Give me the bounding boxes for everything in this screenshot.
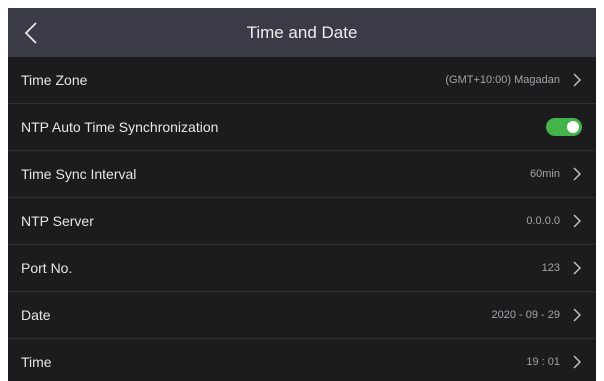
port-no-value: 123 xyxy=(541,262,560,274)
time-date-settings-screen: Time and Date Time Zone (GMT+10:00) Maga… xyxy=(8,8,596,381)
date-label: Date xyxy=(21,307,51,323)
row-ntp-auto-sync: NTP Auto Time Synchronization xyxy=(8,104,596,151)
date-value: 2020 - 09 - 29 xyxy=(491,309,561,321)
chevron-right-icon xyxy=(573,261,581,275)
chevron-right-icon xyxy=(573,355,581,369)
time-zone-label: Time Zone xyxy=(21,72,88,88)
page-title: Time and Date xyxy=(246,23,358,42)
time-sync-interval-label: Time Sync Interval xyxy=(21,166,137,182)
row-time-zone[interactable]: Time Zone (GMT+10:00) Magadan xyxy=(8,57,596,104)
title-bar: Time and Date xyxy=(8,8,596,57)
port-no-label: Port No. xyxy=(21,260,73,276)
time-sync-interval-value: 60min xyxy=(530,168,560,180)
ntp-auto-sync-label: NTP Auto Time Synchronization xyxy=(21,119,219,135)
ntp-server-label: NTP Server xyxy=(21,213,94,229)
row-time-sync-interval[interactable]: Time Sync Interval 60min xyxy=(8,151,596,198)
time-zone-value: (GMT+10:00) Magadan xyxy=(445,74,560,86)
ntp-auto-sync-toggle[interactable] xyxy=(546,118,582,136)
chevron-right-icon xyxy=(573,214,581,228)
ntp-server-value: 0.0.0.0 xyxy=(526,215,560,227)
settings-list: Time Zone (GMT+10:00) Magadan NTP Auto T… xyxy=(8,57,596,381)
row-date[interactable]: Date 2020 - 09 - 29 xyxy=(8,292,596,339)
chevron-right-icon xyxy=(573,73,581,87)
time-value: 19 : 01 xyxy=(526,356,560,368)
chevron-right-icon xyxy=(573,167,581,181)
row-ntp-server[interactable]: NTP Server 0.0.0.0 xyxy=(8,198,596,245)
row-port-no[interactable]: Port No. 123 xyxy=(8,245,596,292)
row-time[interactable]: Time 19 : 01 xyxy=(8,339,596,381)
chevron-right-icon xyxy=(573,308,581,322)
time-label: Time xyxy=(21,354,52,370)
toggle-knob xyxy=(567,121,579,133)
